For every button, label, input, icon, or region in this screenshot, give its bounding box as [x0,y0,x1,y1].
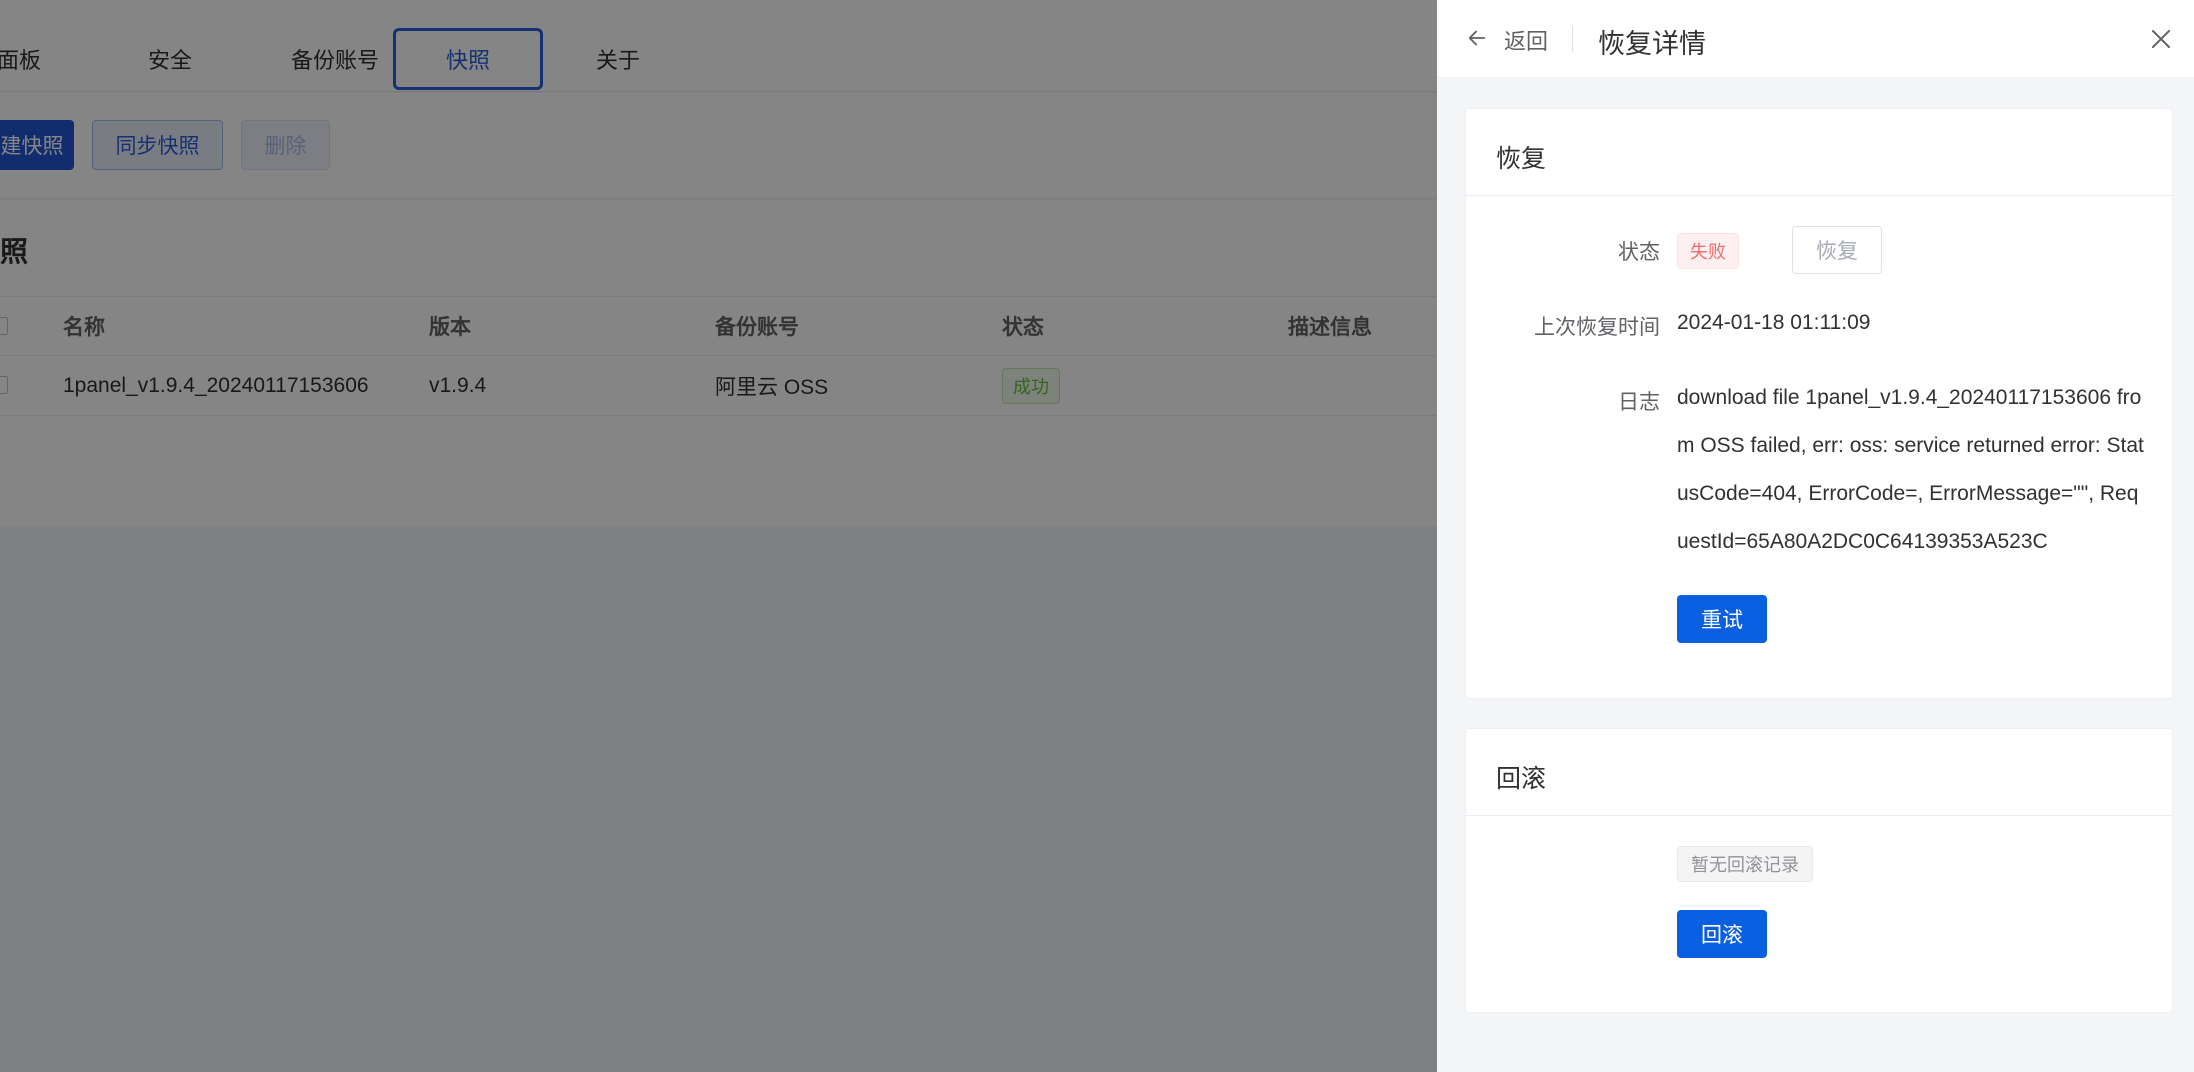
modal-overlay[interactable] [0,0,1437,1072]
restore-card: 恢复 状态 失败 恢复 上次恢复时间 2024-01-18 01:11:09 日… [1465,108,2173,699]
rollback-card-header: 回滚 [1466,729,2172,816]
rollback-card: 回滚 暂无回滚记录 回滚 [1465,728,2173,1013]
no-rollback-record-tag: 暂无回滚记录 [1677,846,1813,882]
restore-card-title: 恢复 [1496,145,1547,173]
restore-detail-drawer: 返回 恢复详情 恢复 状态 失败 恢复 上次恢复时间 2024-01-18 01… [1437,0,2194,1072]
log-label: 日志 [1618,391,1660,414]
arrow-left-icon[interactable] [1466,27,1488,49]
close-icon[interactable] [2149,27,2173,51]
retry-button[interactable]: 重试 [1677,595,1767,643]
drawer-title: 恢复详情 [1598,29,1706,59]
status-badge: 失败 [1677,233,1739,269]
log-line: download file 1panel_v1.9.4_202401171536… [1677,386,2142,409]
header-divider [1572,26,1573,52]
status-label: 状态 [1618,241,1660,264]
rollback-button[interactable]: 回滚 [1677,910,1767,958]
log-line: usCode=404, ErrorCode=, ErrorMessage="",… [1677,482,2139,505]
log-line: m OSS failed, err: oss: service returned… [1677,434,2144,457]
log-text: download file 1panel_v1.9.4_202401171536… [1677,374,2147,566]
rollback-card-title: 回滚 [1496,765,1547,793]
back-button[interactable]: 返回 [1504,24,1548,56]
last-restore-time-label: 上次恢复时间 [1534,316,1660,339]
drawer-header: 返回 恢复详情 [1437,0,2194,78]
restore-card-header: 恢复 [1466,109,2172,196]
log-line: uestId=65A80A2DC0C64139353A523C [1677,530,2048,553]
restore-button[interactable]: 恢复 [1792,226,1882,274]
last-restore-time-value: 2024-01-18 01:11:09 [1677,311,1871,334]
